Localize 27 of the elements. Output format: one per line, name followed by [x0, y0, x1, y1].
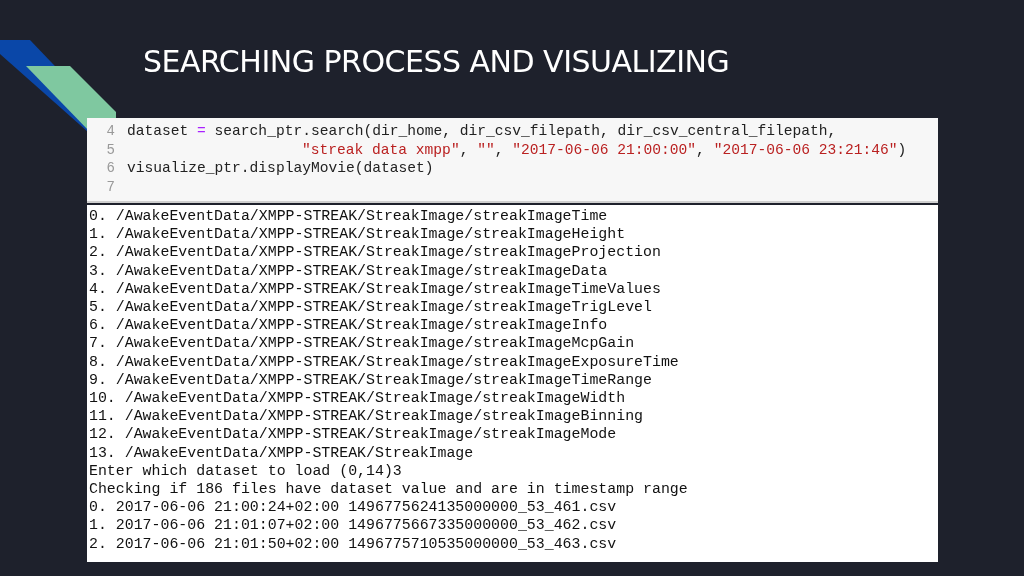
output-line: 8. /AwakeEventData/XMPP-STREAK/StreakImage/streakImageExposureTime: [89, 352, 679, 371]
output-line: Checking if 186 files have dataset value and are in timestamp range: [89, 480, 688, 499]
output-line: 1. 2017-06-06 21:01:07+02:00 1496775667335000000_53_462.csv: [89, 516, 617, 535]
output-line: 2. 2017-06-06 21:01:50+02:00 1496775710535000000_53_463.csv: [89, 534, 617, 553]
output-line: Enter which dataset to load (0,14)3: [89, 461, 402, 481]
output-line: 11. /AwakeEventData/XMPP-STREAK/StreakImage/streakImageBinning: [89, 407, 644, 426]
slide-title: SEARCHING PROCESS AND VISUALIZING: [143, 43, 730, 79]
output-line: 4. /AwakeEventData/XMPP-STREAK/StreakImage/streakImageTimeValues: [89, 279, 661, 298]
output-line: 3. /AwakeEventData/XMPP-STREAK/StreakImage/streakImageData: [89, 261, 608, 280]
line-number: 6: [105, 160, 116, 177]
output-line: 6. /AwakeEventData/XMPP-STREAK/StreakImage/streakImageInfo: [89, 316, 608, 335]
output-line: 2. /AwakeEventData/XMPP-STREAK/StreakImage/streakImageProjection: [89, 243, 661, 262]
code-line: "streak data xmpp", "", "2017-06-06 21:00:00", "2017-06-06 23:21:46"): [301, 141, 907, 158]
code-line: visualize_ptr.displayMovie(dataset): [126, 160, 434, 177]
line-number: 5: [105, 141, 116, 158]
output-line: 0. /AwakeEventData/XMPP-STREAK/StreakImage/streakImageTime: [89, 207, 608, 226]
code-line: dataset = search_ptr.search(dir_home, dir_csv_filepath, dir_csv_central_filepath,: [126, 123, 837, 140]
output-line: 0. 2017-06-06 21:00:24+02:00 1496775624135000000_53_461.csv: [89, 498, 617, 517]
output-line: 12. /AwakeEventData/XMPP-STREAK/StreakImage/streakImageMode: [89, 425, 617, 444]
line-number: 7: [105, 178, 116, 195]
output-line: 13. /AwakeEventData/XMPP-STREAK/StreakImage: [89, 443, 474, 462]
line-number: 4: [105, 123, 116, 140]
output-line: 10. /AwakeEventData/XMPP-STREAK/StreakImage/streakImageWidth: [89, 389, 626, 408]
output-line: 9. /AwakeEventData/XMPP-STREAK/StreakImage/streakImageTimeRange: [89, 370, 652, 390]
output-line: 1. /AwakeEventData/XMPP-STREAK/StreakImage/streakImageHeight: [89, 225, 626, 244]
output-line: 5. /AwakeEventData/XMPP-STREAK/StreakImage/streakImageTrigLevel: [89, 298, 652, 317]
output-line: 7. /AwakeEventData/XMPP-STREAK/StreakImage/streakImageMcpGain: [89, 334, 635, 353]
